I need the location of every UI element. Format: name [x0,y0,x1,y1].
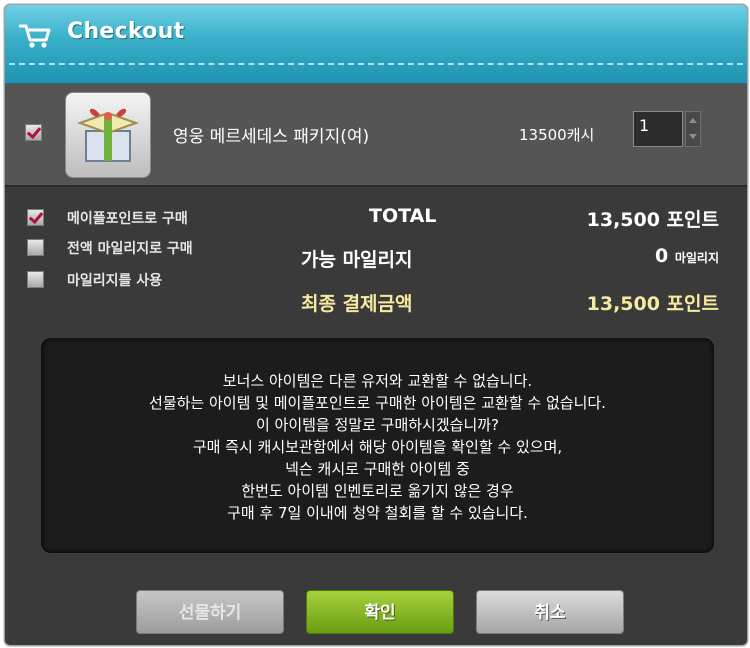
stepper-up-icon[interactable] [689,118,697,123]
total-label: TOTAL [369,205,437,227]
use-mileage-label: 마일리지를 사용 [67,273,163,289]
notice-line: 넥슨 캐시로 구매한 아이템 중 [285,460,470,478]
cart-icon [19,24,51,48]
item-price: 13500캐시 [519,126,595,144]
window-title: Checkout [67,19,185,44]
notice-line: 보너스 아이템은 다른 유저와 교환할 수 없습니다. [222,372,533,390]
gift-box-icon [77,108,139,162]
use-mileage-checkbox[interactable] [27,271,44,288]
total-value: 13,500 포인트 [586,209,719,231]
notice-line: 이 아이템을 정말로 구매하시겠습니까? [255,416,500,434]
maple-points-checkbox[interactable] [27,209,44,226]
item-select-checkbox[interactable] [25,124,42,141]
final-amount-label: 최종 결제금액 [301,293,413,315]
mileage-unit: 마일리지 [674,251,719,265]
mileage-amount: 0 [654,245,669,267]
final-amount-value: 13,500 포인트 [586,293,719,315]
cancel-button[interactable]: 취소 [476,590,624,634]
quantity-input[interactable]: 1 [633,111,683,147]
notice-line: 구매 후 7일 이내에 청약 철회를 할 수 있습니다. [227,504,528,522]
checkout-window: Checkout 영웅 메르세데스 패키지(여) 13500캐시 1 메이플포인… [4,4,748,646]
mileage-label: 가능 마일리지 [301,249,413,271]
purchase-notice: 보너스 아이템은 다른 유저와 교환할 수 없습니다. 선물하는 아이템 및 메… [41,338,714,553]
item-thumbnail [65,92,151,178]
quantity-stepper[interactable] [685,111,701,147]
full-mileage-checkbox[interactable] [27,239,44,256]
title-divider [9,63,743,65]
full-mileage-label: 전액 마일리지로 구매 [67,241,193,257]
gift-button[interactable]: 선물하기 [136,590,284,634]
notice-line: 선물하는 아이템 및 메이플포인트로 구매한 아이템은 교환할 수 없습니다. [149,394,606,412]
stepper-down-icon[interactable] [689,134,697,139]
confirm-button[interactable]: 확인 [306,590,454,634]
mileage-value: 0 마일리지 [655,245,719,267]
maple-points-label: 메이플포인트로 구매 [67,211,188,227]
notice-line: 한번도 아이템 인벤토리로 옮기지 않은 경우 [241,482,514,500]
item-name: 영웅 메르세데스 패키지(여) [173,127,370,147]
cart-item-row: 영웅 메르세데스 패키지(여) 13500캐시 1 [5,84,747,187]
title-bar: Checkout [5,5,747,84]
notice-line: 구매 즉시 캐시보관함에서 해당 아이템을 확인할 수 있으며, [192,438,563,456]
